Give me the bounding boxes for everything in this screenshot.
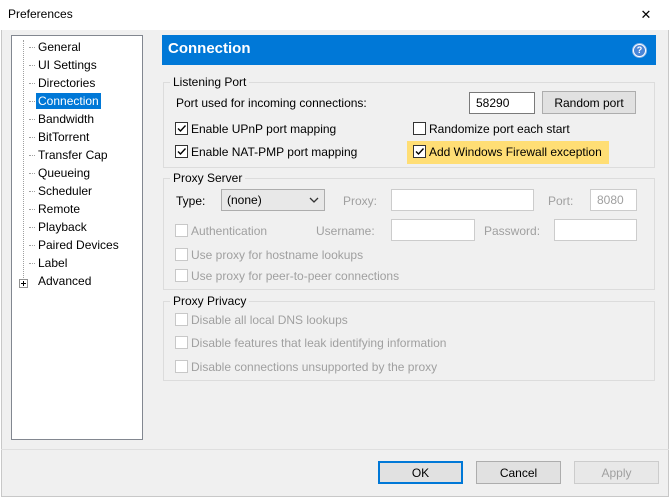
randomize-port-checkbox[interactable] bbox=[413, 122, 426, 135]
tree-item-label[interactable]: Label bbox=[36, 255, 69, 271]
proxy-port-input[interactable]: 8080 bbox=[590, 189, 637, 211]
tree-connector bbox=[29, 263, 35, 264]
apply-button[interactable]: Apply bbox=[574, 461, 659, 484]
tree-item-queueing[interactable]: Queueing bbox=[36, 165, 92, 181]
tree-connector bbox=[29, 119, 35, 120]
port-input[interactable]: 58290 bbox=[469, 92, 535, 114]
username-label: Username: bbox=[316, 224, 375, 238]
tree-item-scheduler[interactable]: Scheduler bbox=[36, 183, 94, 199]
check-icon bbox=[415, 148, 425, 156]
tree-item-playback[interactable]: Playback bbox=[36, 219, 89, 235]
proxy-server-title: Proxy Server bbox=[170, 171, 246, 185]
chevron-down-icon bbox=[309, 197, 319, 203]
authentication-checkbox[interactable] bbox=[175, 224, 188, 237]
port-value: 58290 bbox=[476, 96, 510, 110]
tree-connector bbox=[29, 191, 35, 192]
natpmp-checkbox[interactable] bbox=[175, 145, 188, 158]
upnp-checkbox[interactable] bbox=[175, 122, 188, 135]
proxy-privacy-title: Proxy Privacy bbox=[170, 294, 250, 308]
tree-connector bbox=[29, 227, 35, 228]
tree-connector bbox=[29, 65, 35, 66]
proxy-host-label: Proxy: bbox=[343, 194, 378, 208]
tree-item-general[interactable]: General bbox=[36, 39, 83, 55]
tree-connector bbox=[29, 101, 35, 102]
proxy-type-value: (none) bbox=[227, 193, 262, 207]
random-port-button[interactable]: Random port bbox=[542, 91, 636, 114]
tree-item-paired-devices[interactable]: Paired Devices bbox=[36, 237, 121, 253]
ok-button[interactable]: OK bbox=[378, 461, 463, 484]
tree-item-transfer-cap[interactable]: Transfer Cap bbox=[36, 147, 110, 163]
footer-divider bbox=[1, 449, 669, 450]
unsupported-connections-label: Disable connections unsupported by the p… bbox=[191, 360, 438, 374]
unsupported-connections-checkbox[interactable] bbox=[175, 360, 188, 373]
tree-connector bbox=[29, 173, 35, 174]
category-tree[interactable]: General UI Settings Directories Connecti… bbox=[11, 35, 143, 440]
hostname-lookups-checkbox[interactable] bbox=[175, 248, 188, 261]
tree-item-connection[interactable]: Connection bbox=[36, 93, 101, 109]
check-icon bbox=[177, 148, 187, 156]
leak-features-checkbox[interactable] bbox=[175, 336, 188, 349]
dns-lookups-checkbox[interactable] bbox=[175, 313, 188, 326]
tree-item-bandwidth[interactable]: Bandwidth bbox=[36, 111, 96, 127]
authentication-label: Authentication bbox=[191, 224, 268, 238]
firewall-checkbox[interactable] bbox=[413, 145, 426, 158]
tree-item-ui-settings[interactable]: UI Settings bbox=[36, 57, 99, 73]
tree-item-remote[interactable]: Remote bbox=[36, 201, 82, 217]
tree-connector bbox=[29, 209, 35, 210]
page-title: Connection bbox=[168, 40, 251, 57]
tree-connector bbox=[29, 245, 35, 246]
hostname-lookups-label: Use proxy for hostname lookups bbox=[191, 248, 364, 262]
username-input[interactable] bbox=[391, 219, 475, 241]
tree-connector bbox=[29, 47, 35, 48]
proxy-port-value: 8080 bbox=[597, 193, 624, 207]
port-label: Port used for incoming connections: bbox=[176, 96, 367, 110]
close-button[interactable]: ✕ bbox=[622, 0, 670, 30]
check-icon bbox=[177, 125, 187, 133]
proxy-type-select[interactable]: (none) bbox=[221, 189, 325, 211]
natpmp-label: Enable NAT-PMP port mapping bbox=[191, 145, 358, 159]
tree-connector bbox=[29, 155, 35, 156]
dns-lookups-label: Disable all local DNS lookups bbox=[191, 313, 348, 327]
close-icon: ✕ bbox=[640, 7, 652, 22]
cancel-button[interactable]: Cancel bbox=[476, 461, 561, 484]
proxy-host-input[interactable] bbox=[391, 189, 534, 211]
proxy-port-label: Port: bbox=[548, 194, 574, 208]
expand-icon[interactable] bbox=[19, 279, 28, 288]
proxy-type-label: Type: bbox=[176, 194, 206, 208]
help-icon[interactable]: ? bbox=[632, 43, 647, 58]
tree-item-directories[interactable]: Directories bbox=[36, 75, 97, 91]
firewall-label: Add Windows Firewall exception bbox=[429, 145, 602, 159]
password-input[interactable] bbox=[554, 219, 637, 241]
tree-connector bbox=[29, 137, 35, 138]
tree-connector-line bbox=[23, 40, 24, 284]
p2p-proxy-label: Use proxy for peer-to-peer connections bbox=[191, 269, 400, 283]
tree-item-bittorrent[interactable]: BitTorrent bbox=[36, 129, 91, 145]
leak-features-label: Disable features that leak identifying i… bbox=[191, 336, 447, 350]
password-label: Password: bbox=[484, 224, 541, 238]
title-bar bbox=[0, 0, 670, 30]
upnp-label: Enable UPnP port mapping bbox=[191, 122, 337, 136]
tree-connector bbox=[29, 83, 35, 84]
listening-port-title: Listening Port bbox=[170, 75, 250, 89]
window-title: Preferences bbox=[8, 7, 73, 21]
p2p-proxy-checkbox[interactable] bbox=[175, 269, 188, 282]
tree-item-advanced[interactable]: Advanced bbox=[36, 273, 93, 289]
randomize-port-label: Randomize port each start bbox=[429, 122, 570, 136]
